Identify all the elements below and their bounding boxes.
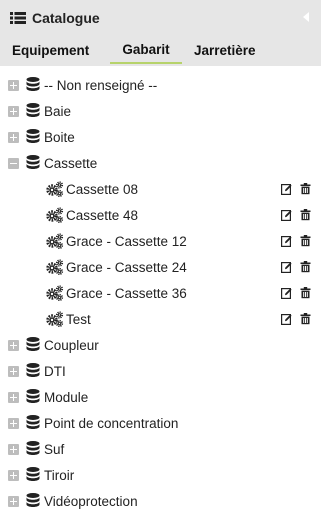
tree-node: Vidéoprotection <box>0 488 321 514</box>
tree-node-expanded: Cassette <box>0 150 321 176</box>
tab-gabarit[interactable]: Gabarit <box>110 36 182 64</box>
tree-child: Cassette 08 <box>0 176 321 202</box>
tree-child-label[interactable]: Cassette 08 <box>66 182 138 197</box>
tree-child-label[interactable]: Grace - Cassette 24 <box>66 260 187 275</box>
tree-node: DTI <box>0 358 321 384</box>
tree-child: Grace - Cassette 12 <box>0 228 321 254</box>
tree-node: Point de concentration <box>0 410 321 436</box>
gears-icon <box>46 181 64 197</box>
collapse-toggle[interactable] <box>8 157 19 169</box>
trash-icon[interactable] <box>300 183 311 195</box>
edit-icon[interactable] <box>281 313 292 325</box>
edit-icon[interactable] <box>281 287 292 299</box>
tab-jarretiere[interactable]: Jarretière <box>194 36 256 64</box>
trash-icon[interactable] <box>300 235 311 247</box>
expand-toggle[interactable] <box>8 391 19 403</box>
row-actions <box>281 261 311 273</box>
tree-node: Boite <box>0 124 321 150</box>
row-actions <box>281 287 311 299</box>
gears-icon <box>46 259 64 275</box>
row-actions <box>281 209 311 221</box>
expand-toggle[interactable] <box>8 131 19 143</box>
database-icon <box>26 77 40 91</box>
edit-icon[interactable] <box>281 209 292 221</box>
tree-child-label[interactable]: Grace - Cassette 36 <box>66 286 187 301</box>
gears-icon <box>46 311 64 327</box>
trash-icon[interactable] <box>300 287 311 299</box>
expand-toggle[interactable] <box>8 365 19 377</box>
tree-node: Suf <box>0 436 321 462</box>
tree-node-label[interactable]: -- Non renseigné -- <box>44 78 157 93</box>
database-icon <box>26 467 40 481</box>
panel-title: Catalogue <box>32 10 100 26</box>
tree-node-label[interactable]: Boite <box>44 130 75 145</box>
tab-equipement[interactable]: Equipement <box>12 36 98 64</box>
tree-node-label[interactable]: Module <box>44 390 88 405</box>
expand-toggle[interactable] <box>8 339 19 351</box>
database-icon <box>26 415 40 429</box>
tree-child-label[interactable]: Cassette 48 <box>66 208 138 223</box>
tree-child: Grace - Cassette 24 <box>0 254 321 280</box>
trash-icon[interactable] <box>300 313 311 325</box>
database-icon <box>26 155 40 169</box>
trash-icon[interactable] <box>300 209 311 221</box>
tree-child-label[interactable]: Grace - Cassette 12 <box>66 234 187 249</box>
tab-bar: Equipement Gabarit Jarretière <box>0 36 321 66</box>
catalogue-tree: -- Non renseigné -- Baie Boite Cassette … <box>0 66 321 514</box>
tree-node-label[interactable]: Coupleur <box>44 338 99 353</box>
tree-node-label[interactable]: Cassette <box>44 156 97 171</box>
expand-toggle[interactable] <box>8 495 19 507</box>
edit-icon[interactable] <box>281 235 292 247</box>
tree-node: Coupleur <box>0 332 321 358</box>
catalogue-panel: Catalogue Equipement Gabarit Jarretière … <box>0 0 321 517</box>
tree-node-label[interactable]: Baie <box>44 104 71 119</box>
expand-toggle[interactable] <box>8 443 19 455</box>
expand-toggle[interactable] <box>8 469 19 481</box>
tree-node-label[interactable]: Tiroir <box>44 468 74 483</box>
tree-node: Module <box>0 384 321 410</box>
database-icon <box>26 129 40 143</box>
database-icon <box>26 103 40 117</box>
tree-child: Cassette 48 <box>0 202 321 228</box>
list-icon <box>10 12 26 24</box>
expand-toggle[interactable] <box>8 79 19 91</box>
row-actions <box>281 313 311 325</box>
expand-toggle[interactable] <box>8 417 19 429</box>
gears-icon <box>46 233 64 249</box>
tree-node: -- Non renseigné -- <box>0 72 321 98</box>
tree-child: Test <box>0 306 321 332</box>
database-icon <box>26 389 40 403</box>
tree-node-label[interactable]: Point de concentration <box>44 416 178 431</box>
row-actions <box>281 235 311 247</box>
database-icon <box>26 493 40 507</box>
tree-child: Grace - Cassette 36 <box>0 280 321 306</box>
tree-node: Baie <box>0 98 321 124</box>
database-icon <box>26 337 40 351</box>
chevron-left-icon[interactable] <box>303 12 309 22</box>
tree-node-label[interactable]: Suf <box>44 442 64 457</box>
trash-icon[interactable] <box>300 261 311 273</box>
gears-icon <box>46 285 64 301</box>
edit-icon[interactable] <box>281 261 292 273</box>
database-icon <box>26 441 40 455</box>
database-icon <box>26 363 40 377</box>
tree-child-label[interactable]: Test <box>66 312 91 327</box>
tree-node-label[interactable]: DTI <box>44 364 66 379</box>
tree-node: Tiroir <box>0 462 321 488</box>
edit-icon[interactable] <box>281 183 292 195</box>
panel-header: Catalogue <box>0 0 321 36</box>
expand-toggle[interactable] <box>8 105 19 117</box>
gears-icon <box>46 207 64 223</box>
row-actions <box>281 183 311 195</box>
tree-node-label[interactable]: Vidéoprotection <box>44 494 138 509</box>
